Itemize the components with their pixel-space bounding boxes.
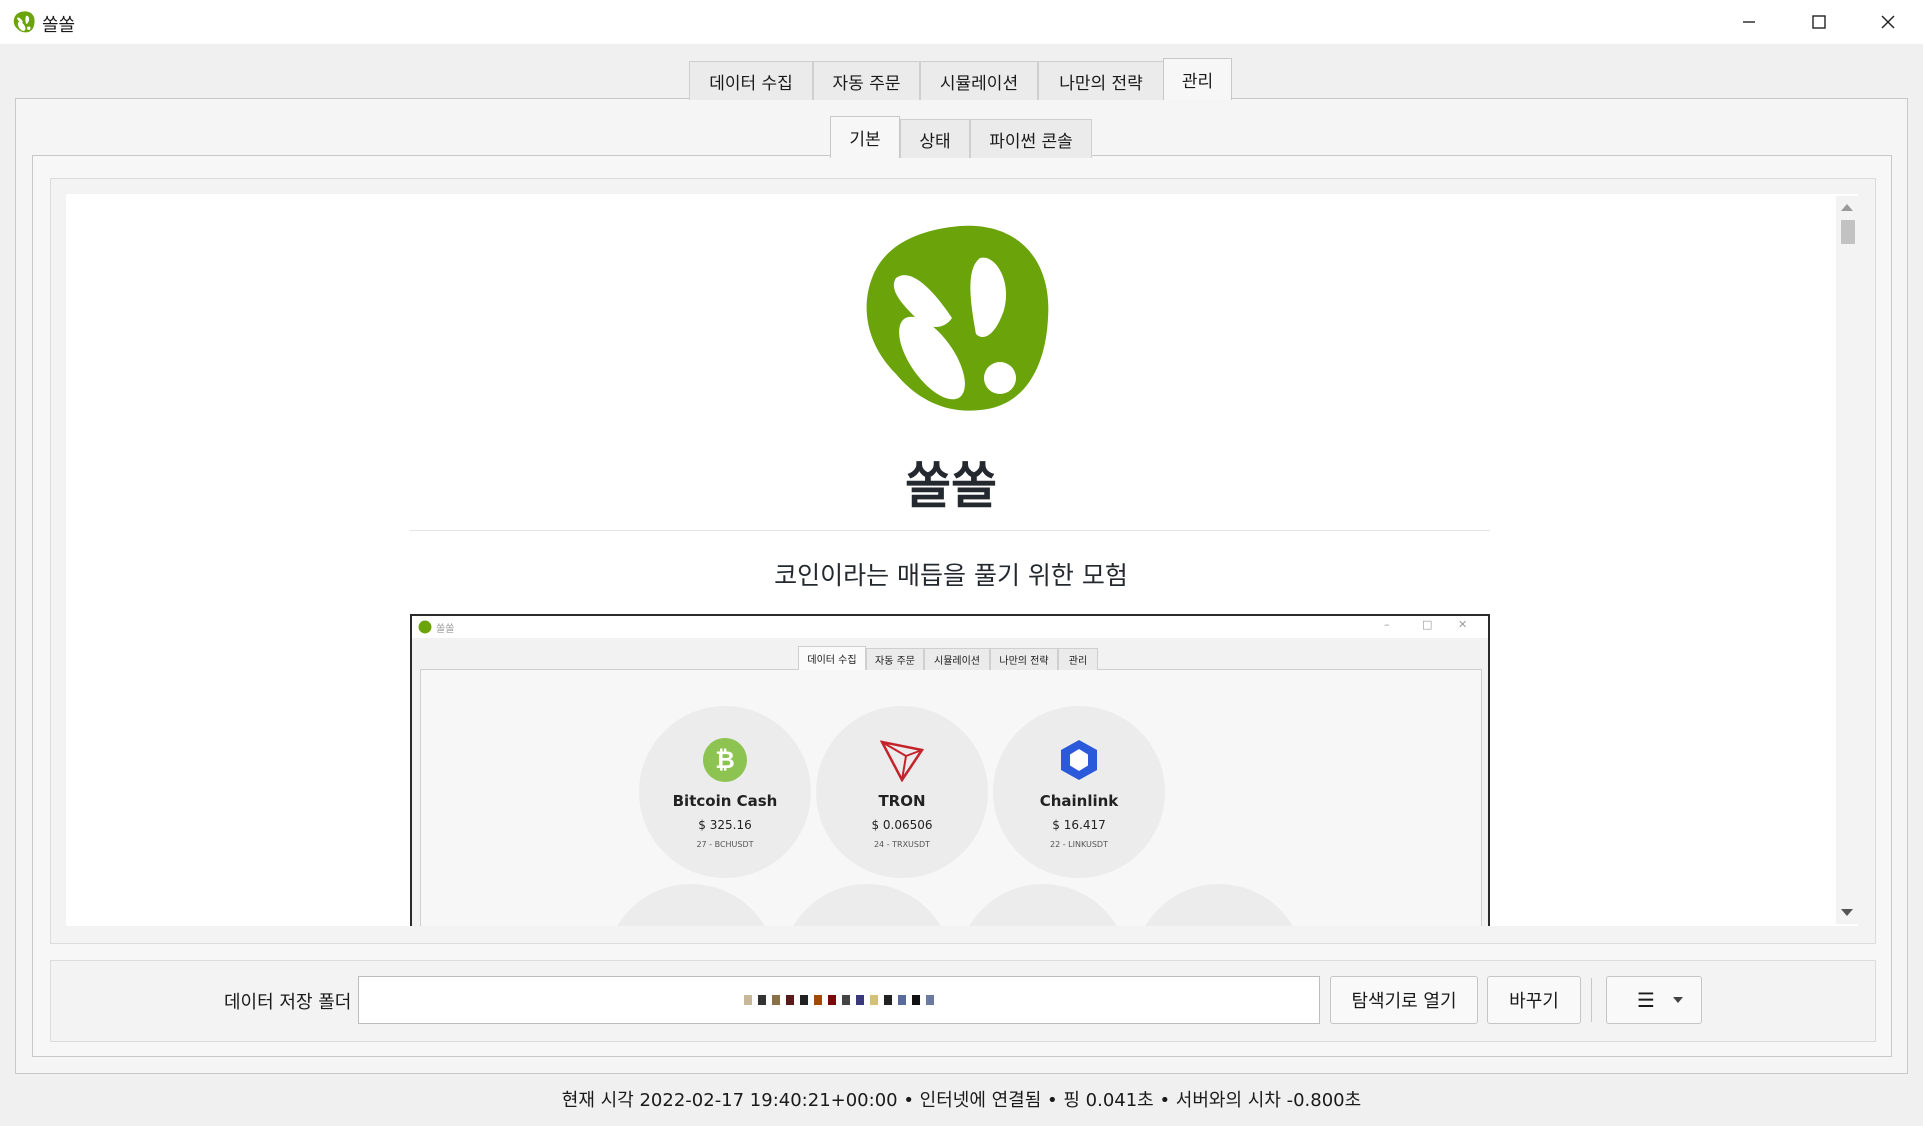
window-title: 쏠쏠	[42, 15, 76, 36]
change-folder-button[interactable]: 바꾸기	[1487, 976, 1581, 1024]
embedded-tab: 데이터 수집	[798, 646, 866, 670]
close-icon: ✕	[1458, 618, 1468, 631]
tab-auto-order[interactable]: 자동 주문	[813, 61, 920, 100]
maximize-button[interactable]	[1784, 0, 1854, 44]
embedded-tab: 나만의 전략	[990, 648, 1058, 670]
coin-price: $ 0.06506	[871, 818, 933, 832]
minimize-icon: –	[1384, 618, 1390, 631]
coin-name: TRON	[878, 792, 926, 810]
tab-data-collection[interactable]: 데이터 수집	[689, 61, 813, 100]
scroll-up-icon[interactable]	[1841, 204, 1853, 211]
scrollbar-thumb[interactable]	[1841, 220, 1855, 244]
coin-card	[957, 884, 1129, 926]
coin-card: ₿ Bitcoin Cash $ 325.16 27 - BCHUSDT	[639, 706, 811, 878]
menu-icon: ☰	[1637, 988, 1655, 1012]
coin-card	[781, 884, 953, 926]
redacted-path	[744, 995, 934, 1005]
close-button[interactable]	[1853, 0, 1923, 44]
tab-python-console[interactable]: 파이썬 콘솔	[970, 119, 1092, 158]
app-logo-icon	[418, 620, 432, 634]
main-window: 쏠쏠 데이터 수집 자동 주문 시뮬레이션 나만의 전략 관리 기본 상태 파이…	[0, 0, 1923, 1126]
status-bar: 현재 시각 2022-02-17 19:40:21+00:00 • 인터넷에 연…	[561, 1090, 1362, 1111]
chainlink-icon	[1061, 740, 1097, 780]
tab-my-strategy[interactable]: 나만의 전략	[1038, 61, 1164, 100]
readme-viewer[interactable]: 쏠쏠 코인이라는 매듭을 풀기 위한 모험 쏠쏠 – □ ✕ ₿ Bitcoin…	[66, 194, 1858, 926]
close-icon	[1881, 15, 1895, 29]
minimize-button[interactable]	[1714, 0, 1784, 44]
coin-symbol: 22 - LINKUSDT	[1050, 840, 1108, 849]
tab-simulation[interactable]: 시뮬레이션	[920, 61, 1038, 100]
bitcoin-cash-icon: ₿	[703, 738, 747, 782]
vertical-scrollbar[interactable]	[1836, 196, 1858, 924]
readme-title: 쏠쏠	[905, 457, 997, 515]
embedded-tab: 관리	[1058, 648, 1098, 670]
coin-name: Bitcoin Cash	[672, 792, 778, 810]
coin-card	[605, 884, 777, 926]
coin-card: TRON $ 0.06506 24 - TRXUSDT	[816, 706, 988, 878]
app-logo-icon	[13, 11, 35, 33]
chevron-down-icon	[1673, 997, 1683, 1003]
tab-manage[interactable]: 관리	[1163, 58, 1232, 100]
coin-price: $ 325.16	[698, 818, 752, 832]
menu-dropdown-button[interactable]: ☰	[1606, 976, 1702, 1024]
embedded-title-bar: 쏠쏠 – □ ✕	[412, 616, 1488, 638]
tron-icon	[880, 740, 924, 782]
coin-card: Chainlink $ 16.417 22 - LINKUSDT	[993, 706, 1165, 878]
maximize-icon	[1812, 15, 1826, 29]
embedded-pane: ₿ Bitcoin Cash $ 325.16 27 - BCHUSDT TRO…	[420, 669, 1482, 926]
embedded-title: 쏠쏠	[436, 624, 455, 635]
open-explorer-button[interactable]: 탐색기로 열기	[1330, 976, 1478, 1024]
toolbar-separator	[1591, 978, 1592, 1022]
coin-price: $ 16.417	[1052, 818, 1106, 832]
embedded-screenshot: 쏠쏠 – □ ✕ ₿ Bitcoin Cash $ 325.16 27 - BC…	[410, 614, 1490, 926]
coin-card	[1133, 884, 1305, 926]
app-logo-icon	[866, 225, 1049, 411]
readme-tagline: 코인이라는 매듭을 풀기 위한 모험	[774, 561, 1128, 590]
svg-text:₿: ₿	[715, 746, 735, 774]
coin-symbol: 27 - BCHUSDT	[696, 840, 754, 849]
folder-label: 데이터 저장 폴더	[224, 992, 352, 1013]
tab-status[interactable]: 상태	[900, 119, 970, 158]
tab-basic[interactable]: 기본	[830, 116, 900, 158]
coin-name: Chainlink	[1039, 792, 1119, 810]
scroll-down-icon[interactable]	[1841, 909, 1853, 916]
title-bar: 쏠쏠	[0, 0, 1923, 44]
title-divider	[410, 530, 1490, 531]
coin-symbol: 24 - TRXUSDT	[873, 840, 931, 849]
maximize-icon: □	[1422, 618, 1433, 631]
embedded-tab: 시뮬레이션	[924, 648, 990, 670]
folder-path-field[interactable]	[358, 976, 1320, 1024]
minimize-icon	[1743, 21, 1755, 23]
embedded-tab: 자동 주문	[866, 648, 924, 670]
